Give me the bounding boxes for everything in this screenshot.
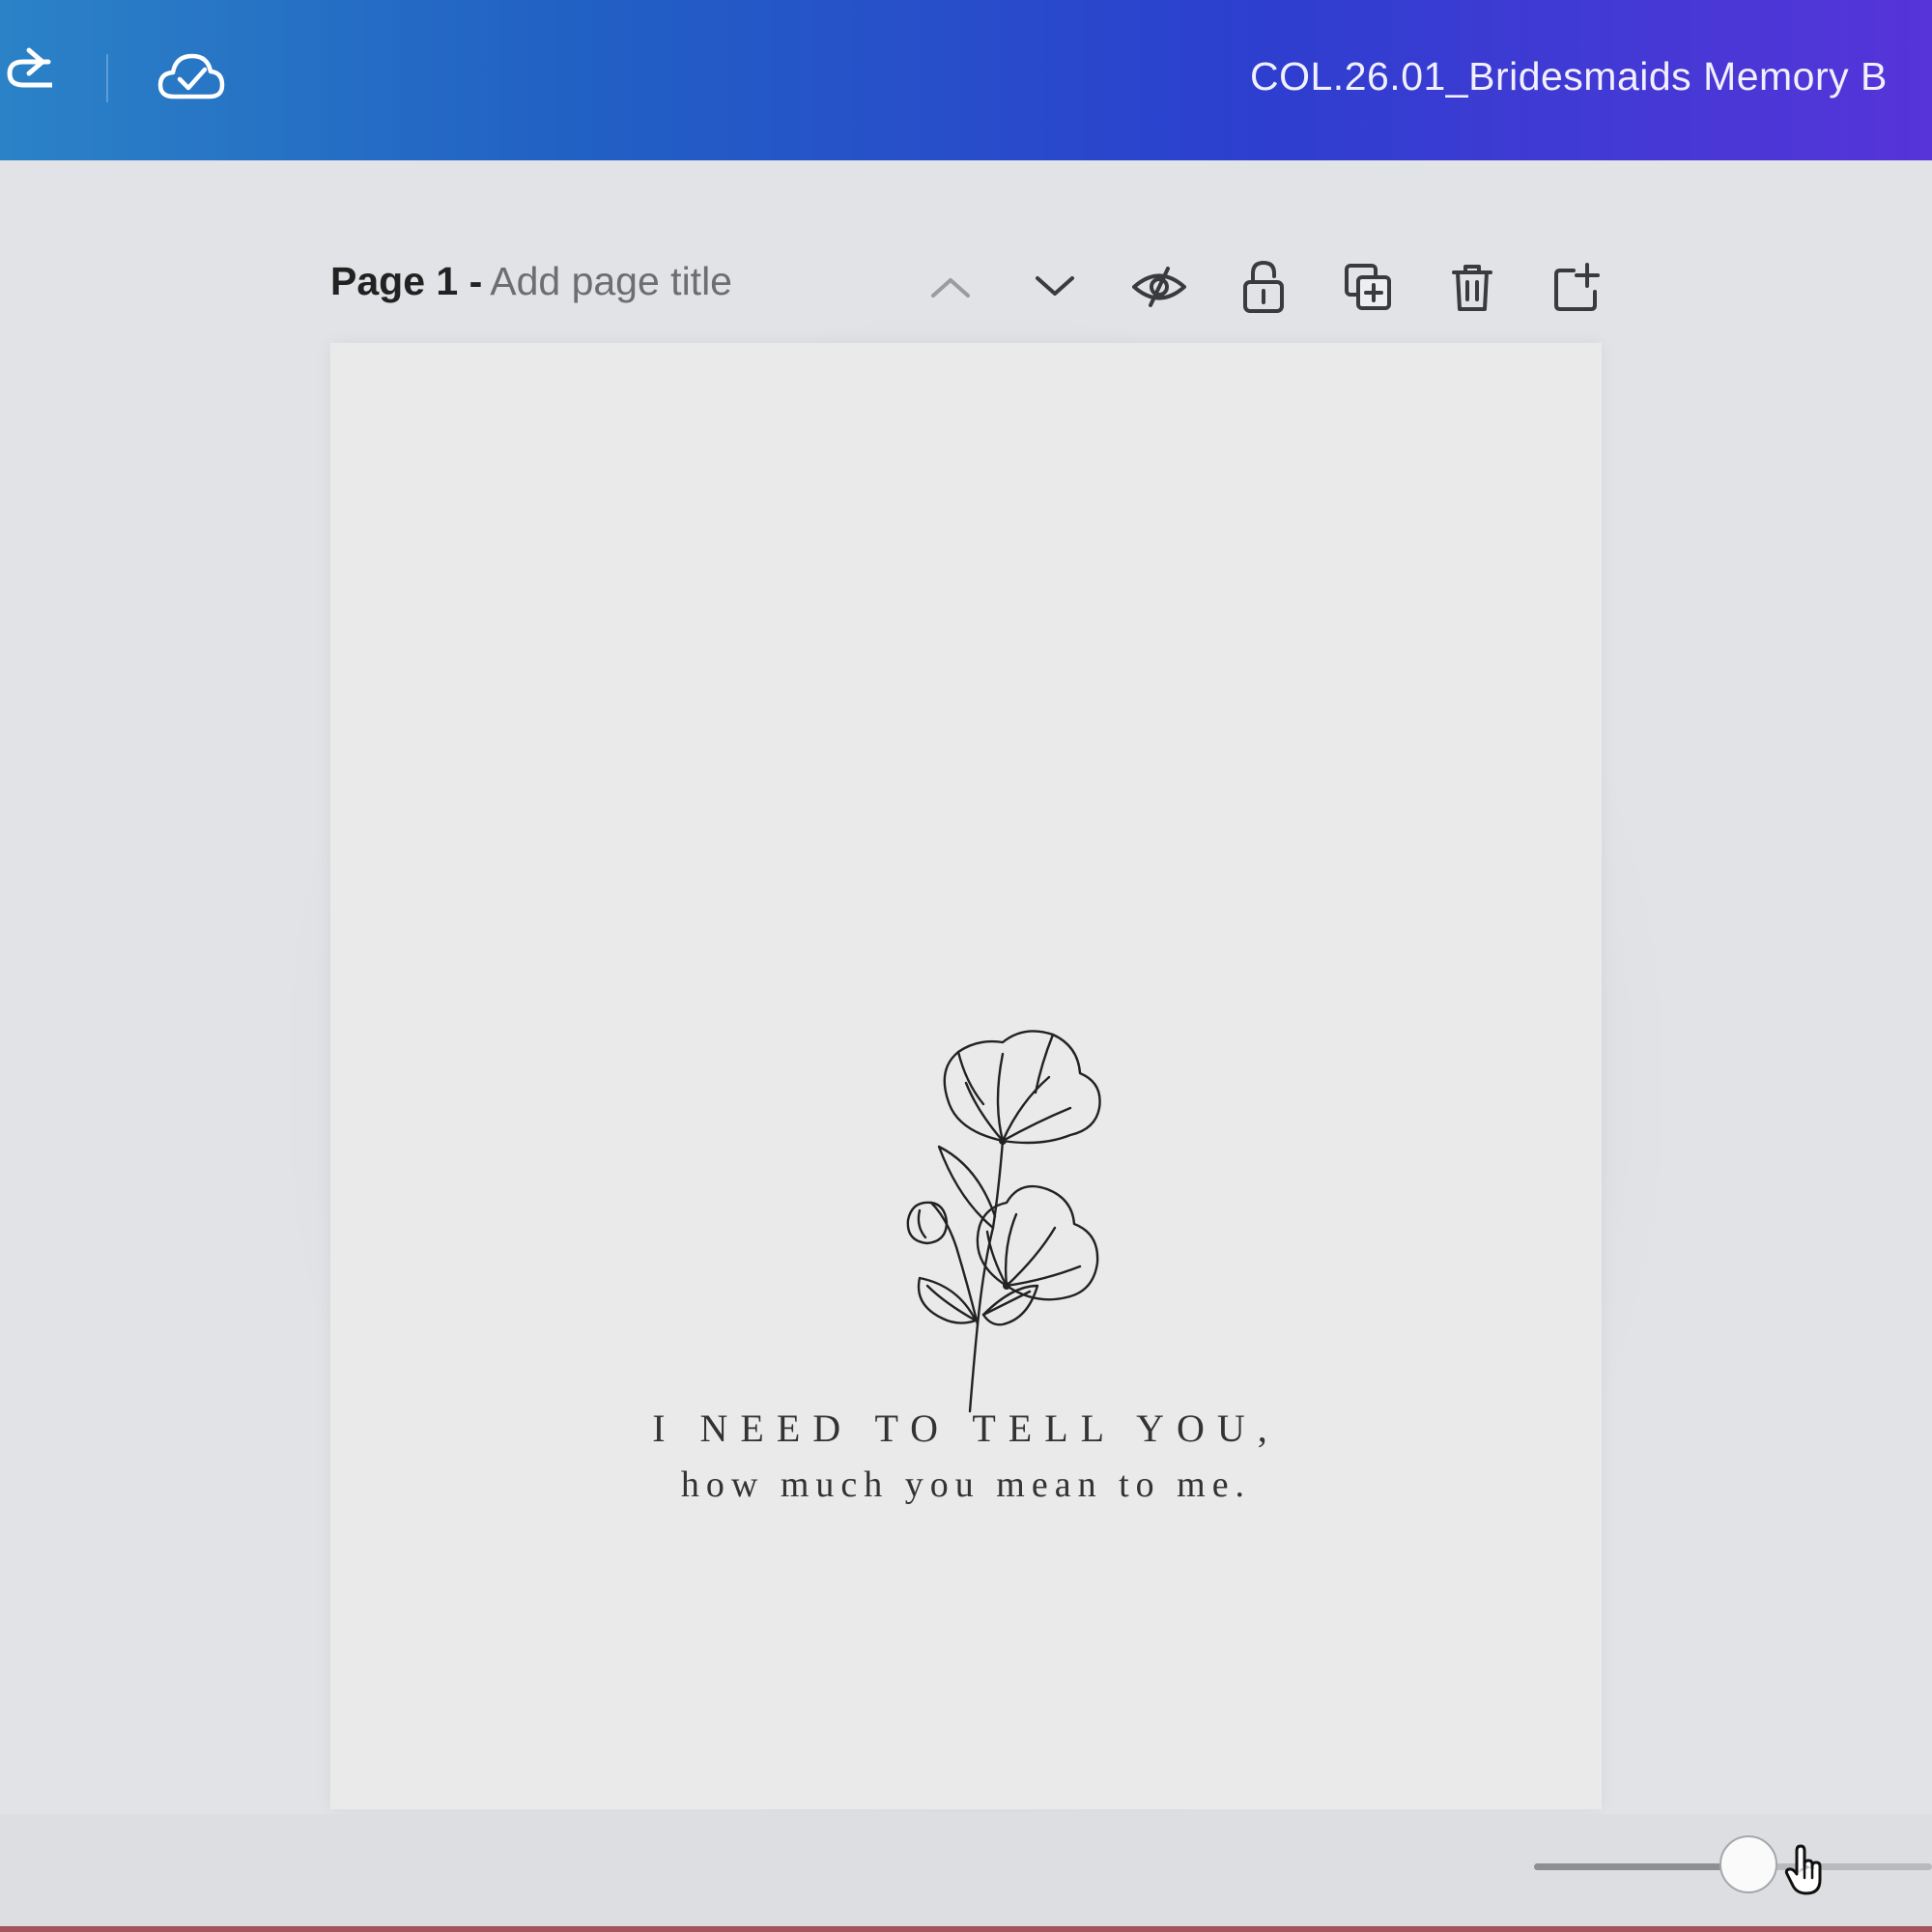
lock-open-icon xyxy=(1243,260,1284,313)
eye-hide-icon xyxy=(1132,267,1186,307)
lock-page-button[interactable] xyxy=(1211,257,1316,317)
redo-button[interactable] xyxy=(0,46,55,104)
move-page-up-button[interactable] xyxy=(898,257,1003,317)
flower-illustration[interactable] xyxy=(813,996,1132,1421)
bottom-bar xyxy=(0,1814,1932,1928)
heading-text[interactable]: I NEED TO TELL YOU, xyxy=(330,1406,1602,1451)
page-header: Page 1 - Add page title xyxy=(330,259,732,304)
add-page-button[interactable] xyxy=(1524,257,1629,317)
zoom-slider-fill xyxy=(1534,1863,1749,1870)
bottom-edge-rule xyxy=(0,1926,1932,1932)
duplicate-page-button[interactable] xyxy=(1316,257,1420,317)
subheading-text[interactable]: how much you mean to me. xyxy=(330,1463,1602,1506)
page-tools xyxy=(898,257,1629,317)
cloud-check-icon xyxy=(157,53,225,99)
save-status-button[interactable] xyxy=(156,46,226,108)
page-title-input[interactable]: Add page title xyxy=(490,259,732,303)
page-number: Page 1 - xyxy=(330,259,483,303)
chevron-up-icon xyxy=(931,278,970,298)
design-canvas[interactable]: I NEED TO TELL YOU, how much you mean to… xyxy=(330,343,1602,1809)
add-page-icon xyxy=(1554,263,1600,311)
toolbar-divider xyxy=(106,54,108,102)
trash-icon xyxy=(1452,265,1492,311)
hand-pointer-cursor-icon xyxy=(1784,1844,1822,1895)
delete-page-button[interactable] xyxy=(1420,257,1524,317)
top-toolbar: COL.26.01_Bridesmaids Memory B xyxy=(0,0,1932,160)
document-title[interactable]: COL.26.01_Bridesmaids Memory B xyxy=(1250,54,1932,99)
chevron-down-icon xyxy=(1036,276,1074,296)
move-page-down-button[interactable] xyxy=(1003,257,1107,317)
duplicate-page-icon xyxy=(1345,264,1391,310)
redo-arrow-icon xyxy=(7,47,55,88)
hide-page-button[interactable] xyxy=(1107,257,1211,317)
